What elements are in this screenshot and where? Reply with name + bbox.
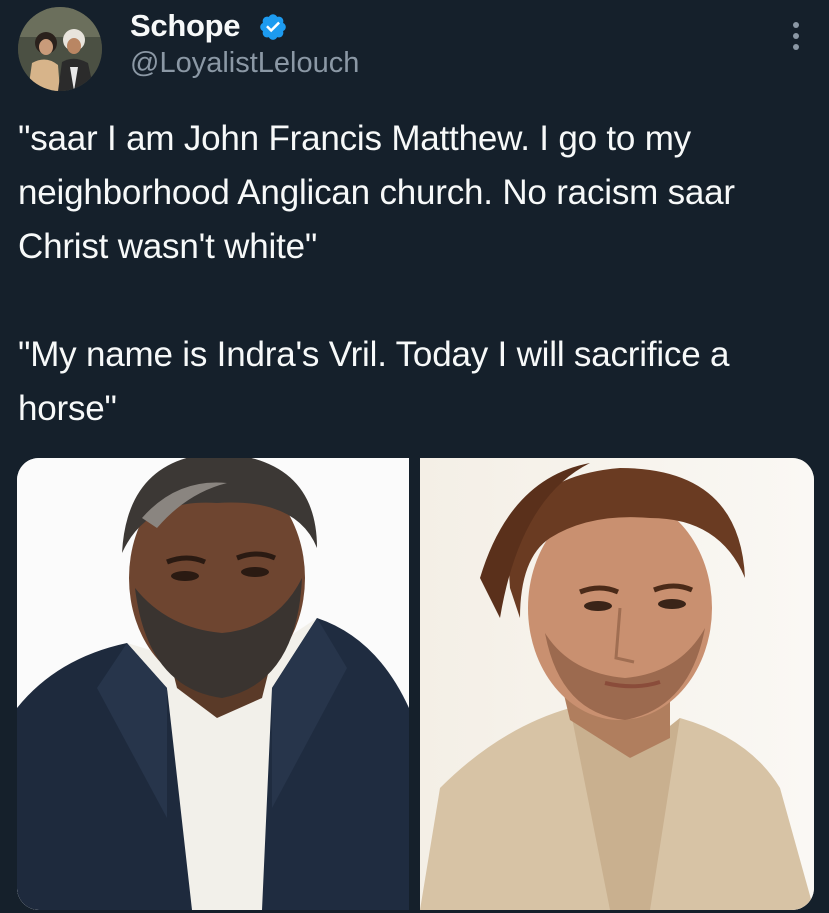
tweet-paragraph-1: "saar I am John Francis Matthew. I go to… (18, 119, 735, 266)
tweet-card: Schope @LoyalistLelouch "saar I am John … (0, 0, 829, 913)
user-handle[interactable]: @LoyalistLelouch (130, 47, 359, 80)
display-name[interactable]: Schope (130, 8, 240, 44)
verified-badge-icon (260, 14, 286, 40)
avatar[interactable] (18, 7, 102, 91)
photo-man-beige-jacket[interactable] (420, 458, 814, 910)
tweet-text: "saar I am John Francis Matthew. I go to… (18, 112, 818, 436)
more-options-icon[interactable] (785, 22, 807, 56)
photo-bearded-man-navy-blazer[interactable] (17, 458, 409, 910)
media-grid (17, 458, 814, 910)
tweet-paragraph-2: "My name is Indra's Vril. Today I will s… (18, 335, 730, 428)
